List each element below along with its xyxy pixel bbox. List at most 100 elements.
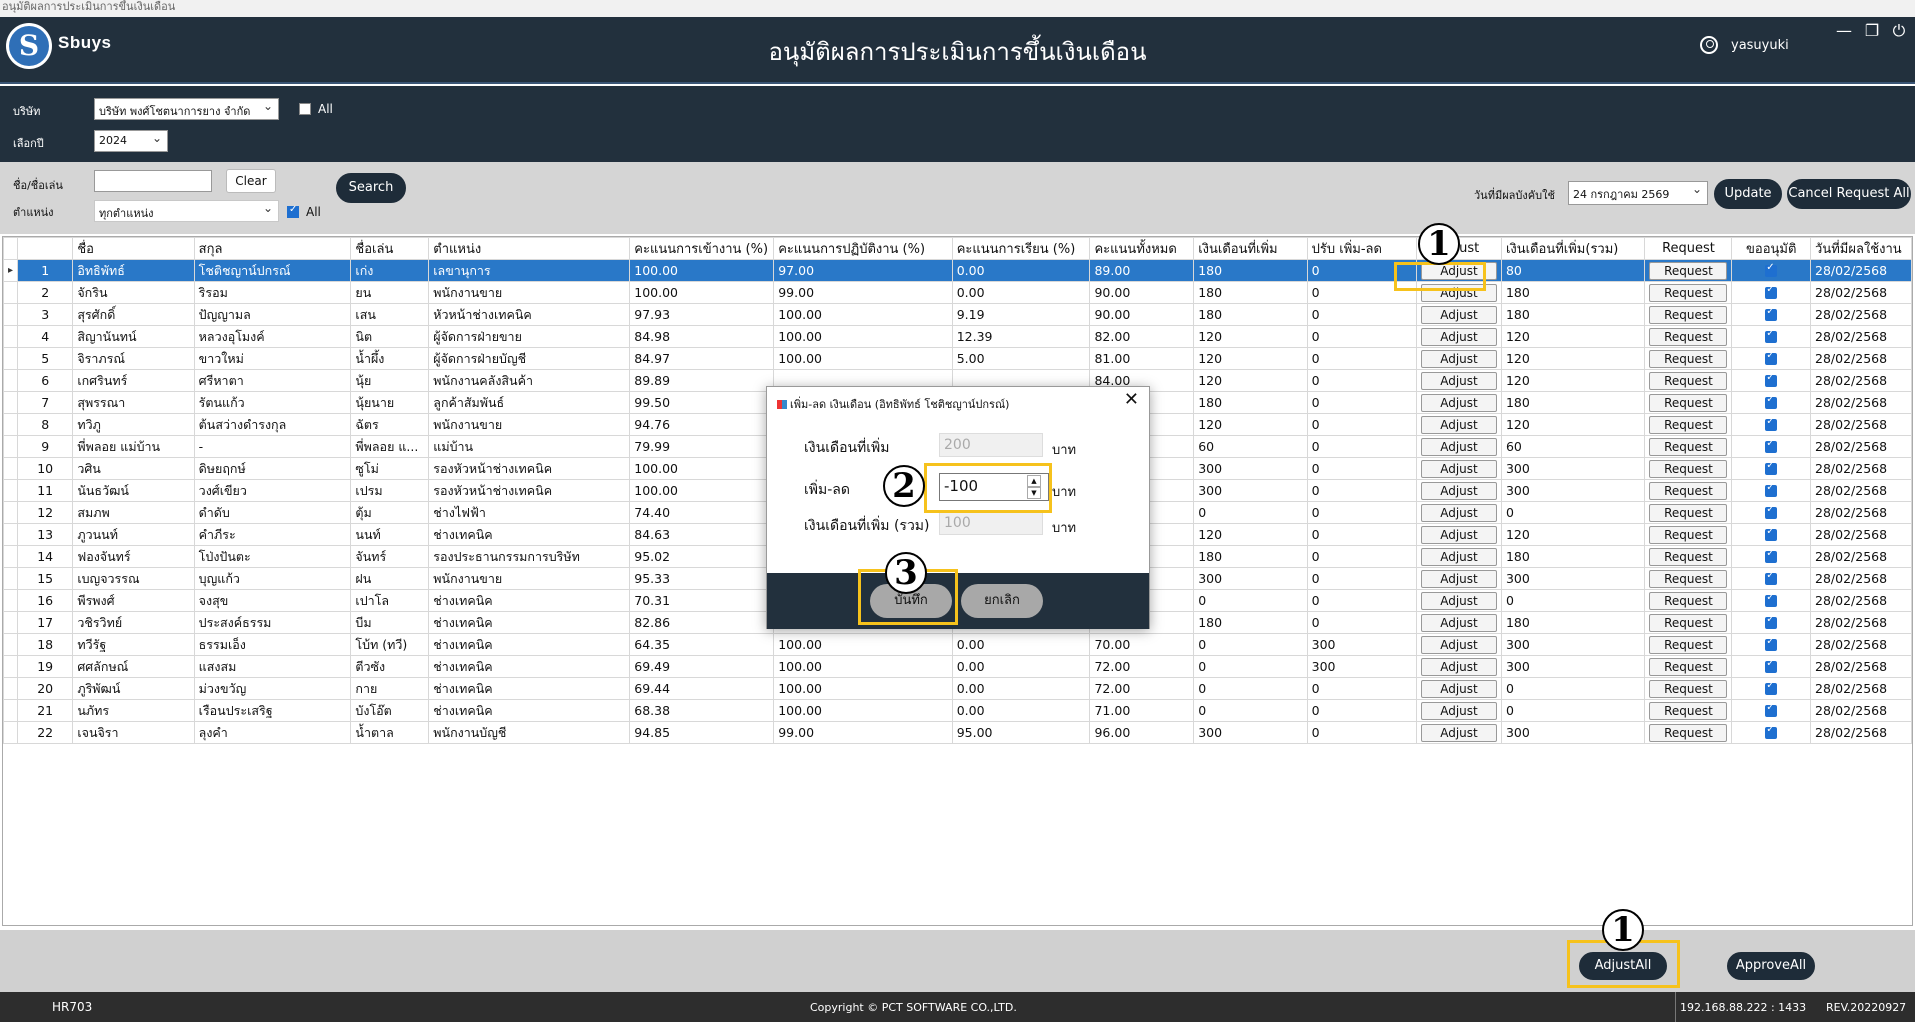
column-header[interactable]: วันที่มีผลใช้งาน — [1810, 237, 1912, 260]
adjust-button[interactable]: Adjust — [1420, 547, 1497, 566]
table-row[interactable]: 20 ภูริพัฒน์ ม่วงขวัญ กาย ช่างเทคนิค 69.44 100… — [2, 677, 1912, 700]
row-selector[interactable] — [2, 677, 19, 700]
column-header[interactable]: ตำแหน่ง — [428, 237, 631, 260]
minimize-icon[interactable]: — — [1832, 21, 1856, 40]
approve-checkbox[interactable] — [1765, 328, 1778, 343]
row-selector[interactable] — [2, 369, 19, 392]
adjust-button[interactable]: Adjust — [1420, 371, 1497, 390]
table-row[interactable]: 19 ศศลักษณ์ แสงสม ตีวซัง ช่างเทคนิค 69.49 100.… — [2, 655, 1912, 678]
request-button[interactable]: Request — [1649, 569, 1728, 588]
approve-checkbox[interactable] — [1765, 438, 1778, 453]
request-button[interactable]: Request — [1649, 503, 1728, 522]
approve-checkbox[interactable] — [1765, 680, 1778, 695]
position-all-checkbox[interactable] — [287, 204, 299, 218]
approve-checkbox[interactable] — [1765, 702, 1778, 717]
request-button[interactable]: Request — [1649, 437, 1728, 456]
approve-checkbox[interactable] — [1765, 658, 1778, 673]
request-button[interactable]: Request — [1649, 283, 1728, 302]
column-header[interactable]: เงินเดือนที่เพิ่ม — [1193, 237, 1308, 260]
column-header[interactable]: ขออนุมัติ — [1731, 237, 1812, 260]
row-selector[interactable] — [2, 325, 19, 348]
adjust-button[interactable]: Adjust — [1420, 569, 1497, 588]
approve-checkbox[interactable] — [1765, 548, 1778, 563]
request-button[interactable]: Request — [1649, 679, 1728, 698]
row-selector[interactable] — [2, 347, 19, 370]
table-row[interactable]: 4 สิญานันทน์ หลวงอุโมงค์ นิต ผู้จัดการฝ่ายขา… — [2, 325, 1912, 348]
adjust-button[interactable]: Adjust — [1420, 415, 1497, 434]
row-selector[interactable] — [2, 655, 19, 678]
column-header[interactable]: ชื่อเล่น — [350, 237, 430, 260]
power-icon[interactable]: ⏻ — [1887, 21, 1911, 41]
request-button[interactable]: Request — [1649, 415, 1728, 434]
cancel-button[interactable]: ยกเลิก — [961, 584, 1043, 618]
adjust-button[interactable]: Adjust — [1420, 525, 1497, 544]
approve-checkbox[interactable] — [1765, 636, 1778, 651]
adjust-button[interactable]: Adjust — [1420, 503, 1497, 522]
row-selector[interactable] — [2, 589, 19, 612]
row-selector[interactable] — [2, 699, 19, 722]
approve-checkbox[interactable] — [1765, 724, 1778, 739]
update-button[interactable]: Update — [1714, 179, 1782, 209]
approve-checkbox[interactable] — [1765, 284, 1778, 299]
row-selector[interactable] — [2, 457, 19, 480]
approve-checkbox[interactable] — [1765, 526, 1778, 541]
approve-checkbox[interactable] — [1765, 416, 1778, 431]
column-header[interactable]: Request — [1644, 237, 1733, 260]
row-selector[interactable] — [2, 721, 19, 744]
row-selector[interactable] — [2, 567, 19, 590]
request-button[interactable]: Request — [1649, 547, 1728, 566]
request-button[interactable]: Request — [1649, 327, 1728, 346]
approve-checkbox[interactable] — [1765, 306, 1778, 321]
cancel-request-all-button[interactable]: Cancel Request All — [1787, 179, 1911, 209]
row-selector[interactable] — [2, 413, 19, 436]
adjust-button[interactable]: Adjust — [1420, 723, 1497, 742]
row-selector[interactable] — [2, 435, 19, 458]
request-button[interactable]: Request — [1649, 349, 1728, 368]
approve-checkbox[interactable] — [1765, 504, 1778, 519]
row-selector[interactable] — [2, 611, 19, 634]
table-row[interactable]: 2 จักริน ริรอม ยน พนักงานขาย 100.00 99.00 0.00 9… — [2, 281, 1912, 304]
request-button[interactable]: Request — [1649, 371, 1728, 390]
column-header[interactable]: สกุล — [193, 237, 352, 260]
row-selector[interactable] — [2, 281, 19, 304]
year-select[interactable]: 2024 — [94, 130, 168, 152]
column-header[interactable]: เงินเดือนที่เพิ่ม(รวม) — [1500, 237, 1646, 260]
approve-checkbox[interactable] — [1765, 482, 1778, 497]
request-button[interactable]: Request — [1649, 481, 1728, 500]
row-selector[interactable] — [2, 545, 19, 568]
request-button[interactable]: Request — [1649, 459, 1728, 478]
row-selector[interactable] — [2, 303, 19, 326]
approve-checkbox[interactable] — [1765, 350, 1778, 365]
adjust-button[interactable]: Adjust — [1420, 393, 1497, 412]
table-row[interactable]: 21 นภัทร เรือนประเสริฐ บังโอ๊ต ช่างเทคนิค 68.… — [2, 699, 1912, 722]
clear-button[interactable]: Clear — [226, 169, 276, 193]
request-button[interactable]: Request — [1649, 305, 1728, 324]
request-button[interactable]: Request — [1649, 613, 1728, 632]
adjust-button[interactable]: Adjust — [1420, 349, 1497, 368]
column-header[interactable]: ชื่อ — [72, 237, 195, 260]
table-row[interactable]: 18 ทวีรัฐ ธรรมเอ็ง โบ้ท (ทวี) ช่างเทคนิค 64.3… — [2, 633, 1912, 656]
column-header[interactable]: คะแนนทั้งหมด — [1089, 237, 1195, 260]
restore-icon[interactable]: ❐ — [1860, 21, 1884, 40]
adjust-button[interactable]: Adjust — [1420, 591, 1497, 610]
user-icon[interactable] — [1700, 36, 1718, 54]
adjust-button[interactable]: Adjust — [1420, 459, 1497, 478]
request-button[interactable]: Request — [1649, 723, 1728, 742]
row-selector[interactable]: ▸ — [2, 259, 19, 282]
approve-checkbox[interactable] — [1765, 394, 1778, 409]
approve-checkbox[interactable] — [1765, 460, 1778, 475]
request-button[interactable]: Request — [1649, 635, 1728, 654]
adjust-button[interactable]: Adjust — [1420, 679, 1497, 698]
adjust-button[interactable]: Adjust — [1420, 635, 1497, 654]
search-button[interactable]: Search — [336, 173, 406, 203]
request-button[interactable]: Request — [1649, 591, 1728, 610]
position-select[interactable]: ทุกตำแหน่ง — [94, 200, 279, 222]
approve-checkbox[interactable] — [1765, 570, 1778, 585]
dialog-close-icon[interactable]: ✕ — [1124, 389, 1139, 410]
column-header[interactable]: คะแนนการเข้างาน (%) — [629, 237, 775, 260]
column-header[interactable]: คะแนนการเรียน (%) — [951, 237, 1091, 260]
approve-checkbox[interactable] — [1765, 592, 1778, 607]
table-row[interactable]: 3 สุรศักดิ์ ปัญญามล เสน หัวหน้าช่างเทคนิค 97.… — [2, 303, 1912, 326]
table-row[interactable]: ▸ 1 อิทธิพัทธ์ โชติชญาน์ปกรณ์ เก่ง เลขานุการ 1… — [2, 259, 1912, 282]
adjust-button[interactable]: Adjust — [1420, 327, 1497, 346]
